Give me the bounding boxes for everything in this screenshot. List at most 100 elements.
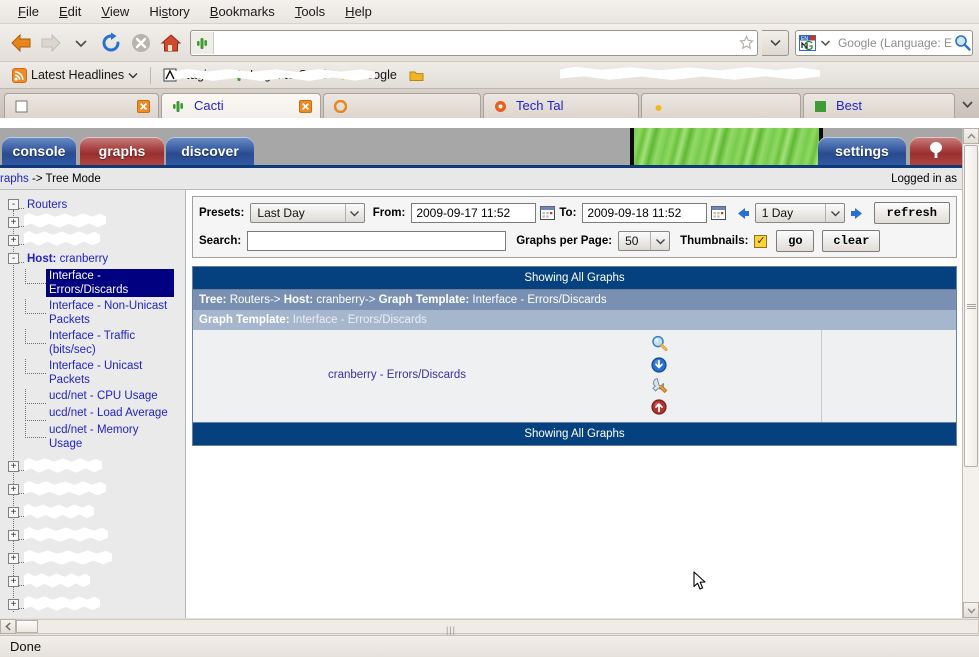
tree-leaf-label[interactable]: ucd/net - CPU Usage	[46, 389, 158, 403]
bookmark-nagios[interactable]: Nagios	[157, 68, 226, 82]
menu-view[interactable]: View	[91, 2, 139, 21]
left-arrow-icon[interactable]	[735, 206, 749, 221]
bookmark-google[interactable]: Google	[332, 68, 402, 82]
zoom-icon[interactable]	[648, 333, 670, 354]
tree-node-label[interactable]	[24, 529, 30, 543]
reload-icon[interactable]	[96, 28, 126, 58]
close-icon[interactable]	[136, 99, 150, 113]
tree-node-label[interactable]	[24, 234, 30, 248]
tree-leaf-label[interactable]: ucd/net - Memory Usage	[46, 423, 174, 451]
chevron-down-icon[interactable]	[825, 204, 844, 222]
right-arrow-icon[interactable]	[850, 206, 864, 221]
search-bar[interactable]: EN Google (Language: E	[795, 29, 973, 56]
browser-tab[interactable]	[323, 93, 481, 118]
tree-leaf-label[interactable]: Interface - Unicast Packets	[46, 359, 174, 387]
tree-leaf[interactable]: ucd/net - Load Average	[0, 405, 185, 422]
tree-node[interactable]: +	[0, 573, 185, 591]
to-input[interactable]: 2009-09-18 11:52	[582, 203, 708, 223]
back-arrow-icon[interactable]	[6, 28, 36, 58]
thumbnails-checkbox[interactable]: ✓	[754, 234, 768, 248]
search-input[interactable]	[247, 231, 507, 251]
menu-tools[interactable]: Tools	[285, 2, 335, 21]
browser-tab[interactable]	[4, 93, 159, 118]
browser-tab[interactable]	[641, 93, 801, 118]
tree-node[interactable]: +	[0, 231, 185, 250]
close-icon[interactable]	[298, 99, 312, 113]
tree-leaf-label[interactable]: Interface - Errors/Discards	[46, 269, 174, 297]
tab-tree[interactable]	[910, 137, 962, 165]
from-input[interactable]: 2009-09-17 11:52	[411, 203, 537, 223]
tree-node[interactable]: +	[0, 596, 185, 614]
tree-node-label[interactable]	[24, 575, 30, 589]
csv-export-icon[interactable]	[648, 354, 670, 375]
tab-settings[interactable]: settings	[818, 137, 906, 165]
browser-tab-cacti[interactable]: Cacti	[161, 93, 321, 118]
tree-toggle-icon[interactable]: +	[8, 599, 19, 610]
scroll-up-icon[interactable]	[963, 128, 979, 144]
tree-node-label[interactable]: Routers	[24, 198, 67, 212]
page-vertical-scrollbar[interactable]	[962, 128, 979, 618]
tree-leaf-label[interactable]: Interface - Traffic (bits/sec)	[46, 329, 174, 357]
graphs-per-page-select[interactable]: 50	[618, 231, 671, 251]
tree-toggle-icon[interactable]: +	[8, 576, 19, 587]
tree-node-label[interactable]	[24, 483, 30, 497]
url-bar[interactable]	[190, 29, 758, 56]
chevron-down-icon[interactable]	[344, 204, 364, 222]
tree-leaf[interactable]: Interface - Traffic (bits/sec)	[0, 328, 185, 358]
menu-help[interactable]: Help	[335, 2, 382, 21]
graph-properties-icon[interactable]	[648, 375, 670, 396]
tree-leaf-label[interactable]: Interface - Non-Unicast Packets	[46, 299, 174, 327]
tab-list-icon[interactable]	[957, 94, 977, 114]
browser-tab[interactable]: Tech Tal	[483, 93, 639, 118]
tree-toggle-icon[interactable]: +	[8, 507, 19, 518]
menu-edit[interactable]: Edit	[49, 2, 91, 21]
timespan-select[interactable]: 1 Day	[754, 203, 846, 223]
menu-bookmarks[interactable]: Bookmarks	[200, 2, 285, 21]
tree-toggle-icon[interactable]: -	[8, 199, 19, 210]
tree-toggle-icon[interactable]: +	[8, 484, 19, 495]
chevron-down-icon[interactable]	[650, 232, 669, 250]
tree-node-label[interactable]	[24, 216, 30, 230]
scroll-left-icon[interactable]	[0, 619, 16, 634]
tab-graphs[interactable]: graphs	[80, 137, 164, 165]
go-button[interactable]: go	[776, 230, 815, 252]
menu-file[interactable]: FFileile	[8, 2, 49, 21]
tree-toggle-icon[interactable]: +	[8, 217, 19, 228]
tree-node-label[interactable]	[24, 460, 30, 474]
tree-toggle-icon[interactable]: +	[8, 530, 19, 541]
search-icon[interactable]	[952, 33, 972, 53]
history-dropdown-icon[interactable]	[66, 28, 96, 58]
refresh-button[interactable]: refresh	[873, 202, 950, 224]
tab-discover[interactable]: discover	[166, 137, 254, 165]
tree-leaf-label[interactable]: ucd/net - Load Average	[46, 406, 168, 420]
calendar-icon[interactable]	[540, 206, 556, 221]
tree-toggle-icon[interactable]: -	[8, 253, 19, 264]
tree-leaf[interactable]: ucd/net - Memory Usage	[0, 422, 185, 452]
tree-toggle-icon[interactable]: +	[8, 461, 19, 472]
tree-leaf[interactable]: ucd/net - CPU Usage	[0, 388, 185, 405]
tree-toggle-icon[interactable]: +	[8, 235, 19, 246]
tree-node[interactable]: +	[0, 527, 185, 545]
tree-node-label[interactable]	[24, 552, 30, 566]
tree-node[interactable]: +	[0, 481, 185, 499]
tree-node-label[interactable]	[24, 598, 30, 612]
search-input[interactable]: Google (Language: E	[834, 36, 952, 50]
en-language-icon[interactable]: EN	[798, 34, 818, 52]
scrollbar-thumb[interactable]	[16, 620, 38, 633]
page-horizontal-scrollbar[interactable]: |||	[0, 618, 979, 635]
graph-title[interactable]: cranberry - Errors/Discards	[328, 369, 466, 381]
clear-button[interactable]: clear	[822, 230, 881, 252]
calendar-icon[interactable]	[711, 206, 727, 221]
tree-toggle-icon[interactable]: +	[8, 553, 19, 564]
bookmark-latest-headlines[interactable]: Latest Headlines	[6, 67, 144, 83]
urlbar-dropdown-icon[interactable]	[762, 29, 789, 56]
tree-node[interactable]: +	[0, 550, 185, 568]
presets-select[interactable]: Last Day	[250, 203, 365, 223]
tree-node-host-cranberry[interactable]: - Host: cranberry	[0, 250, 185, 268]
breadcrumb-link-graphs[interactable]: raphs	[0, 173, 29, 185]
tree-node[interactable]: +	[0, 504, 185, 522]
tree-node[interactable]: +	[0, 213, 185, 232]
tree-leaf[interactable]: Interface - Non-Unicast Packets	[0, 298, 185, 328]
tree-leaf[interactable]: Interface - Errors/Discards	[0, 268, 185, 298]
scrollbar-track[interactable]: |||	[16, 619, 979, 635]
